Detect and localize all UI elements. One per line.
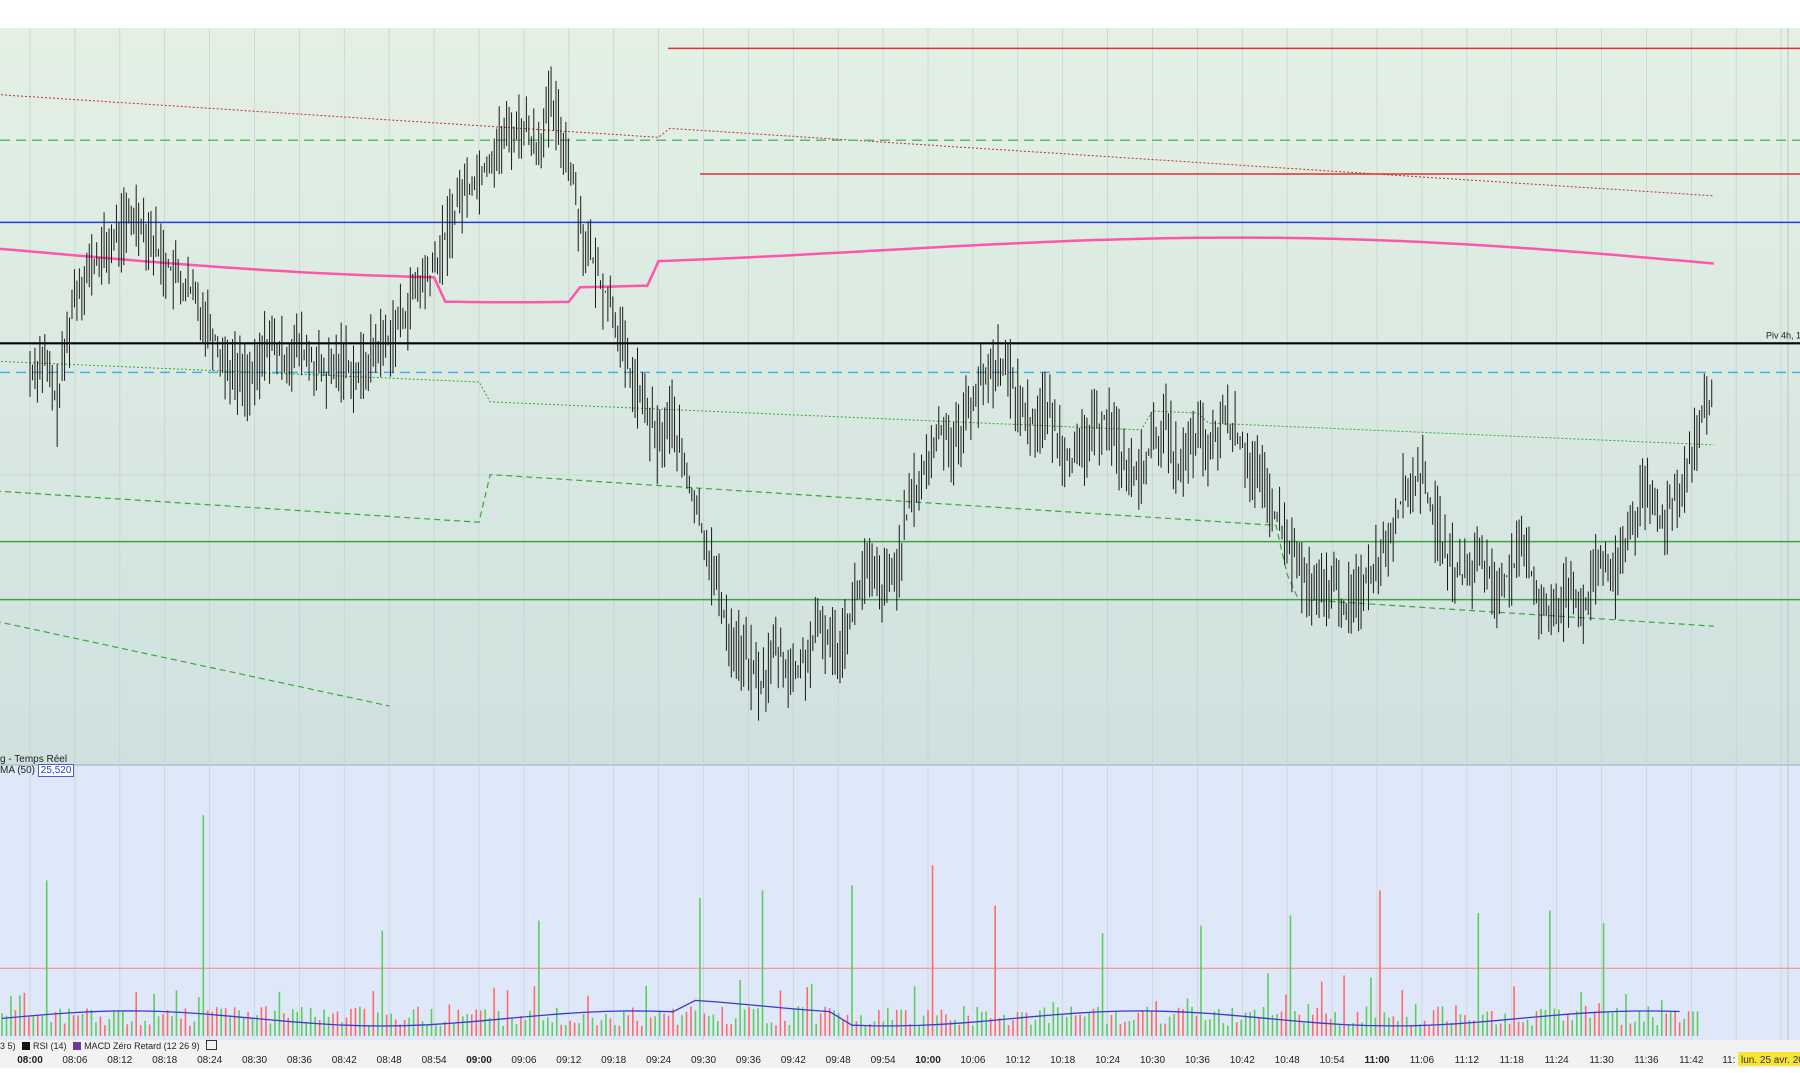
x-tick-label: 11:06 bbox=[1410, 1055, 1435, 1066]
x-tick-label: 10:00 bbox=[915, 1055, 941, 1066]
x-tick-label: 10:42 bbox=[1230, 1055, 1255, 1066]
x-tick-label: 08:48 bbox=[377, 1055, 402, 1066]
x-tick-label: 10:06 bbox=[960, 1055, 985, 1066]
axis-bg bbox=[0, 1040, 1800, 1068]
rsi-color-icon bbox=[22, 1042, 31, 1050]
x-tick-label: 11:24 bbox=[1544, 1055, 1569, 1066]
chart-root: Piv 4h, 1 08:00 08:06 08:12 08:18 08:24 08:30… bbox=[0, 0, 1800, 1068]
x-tick-label: 09:06 bbox=[511, 1055, 536, 1066]
x-tick-label: 08:36 bbox=[287, 1055, 312, 1066]
x-tick-label: 08:30 bbox=[242, 1055, 267, 1066]
x-tick-label: 09:24 bbox=[646, 1055, 671, 1066]
volume-ma-value: 25,520 bbox=[37, 764, 75, 777]
x-tick-label: 09:12 bbox=[556, 1055, 581, 1066]
volume-ma-legend: MA (50) 25,520 bbox=[0, 764, 75, 777]
x-tick-label: 08:06 bbox=[62, 1055, 87, 1066]
x-tick-label: 09:18 bbox=[601, 1055, 626, 1066]
x-tick-label: 08:54 bbox=[422, 1055, 447, 1066]
x-tick-label: 08:12 bbox=[107, 1055, 132, 1066]
x-tick-label: 09:48 bbox=[826, 1055, 851, 1066]
tab-window-icon[interactable] bbox=[206, 1040, 218, 1050]
volume-panel-bg bbox=[0, 765, 1800, 1040]
x-tick-label: 11:12 bbox=[1455, 1055, 1480, 1066]
x-tick-label: 09:30 bbox=[691, 1055, 716, 1066]
upper-panel-bg bbox=[0, 28, 1800, 765]
x-tick-label: 11:42 bbox=[1679, 1055, 1704, 1066]
x-tick-label: 10:30 bbox=[1140, 1055, 1165, 1066]
x-tick-label: 09:54 bbox=[871, 1055, 896, 1066]
x-tick-label: 11:18 bbox=[1500, 1055, 1525, 1066]
macd-color-icon bbox=[73, 1042, 82, 1050]
x-tick-label: 10:48 bbox=[1275, 1055, 1300, 1066]
x-tick-label: 10:12 bbox=[1005, 1055, 1030, 1066]
x-tick-label: 11: bbox=[1722, 1055, 1735, 1066]
x-tick-label: 08:00 bbox=[17, 1055, 43, 1066]
x-tick-label: 09:42 bbox=[781, 1055, 806, 1066]
x-tick-label: 08:18 bbox=[152, 1055, 177, 1066]
indicator-tabs: 3 5) RSI (14) MACD Zéro Retard (12 26 9) bbox=[0, 1040, 218, 1052]
x-tick-label: 09:00 bbox=[466, 1055, 492, 1066]
x-tick-label: 08:42 bbox=[332, 1055, 357, 1066]
tab-macd[interactable]: MACD Zéro Retard (12 26 9) bbox=[84, 1041, 200, 1051]
tab-prefix[interactable]: 3 5) bbox=[0, 1041, 16, 1051]
x-tick-label: 11:00 bbox=[1364, 1055, 1389, 1066]
x-tick-label: 11:30 bbox=[1589, 1055, 1614, 1066]
tab-rsi[interactable]: RSI (14) bbox=[33, 1041, 67, 1051]
x-tick-label: 09:36 bbox=[736, 1055, 761, 1066]
volume-ma-label: MA (50) bbox=[0, 765, 36, 776]
x-tick-label: 11:36 bbox=[1634, 1055, 1659, 1066]
price-chart[interactable]: Piv 4h, 1 08:00 08:06 08:12 08:18 08:24 08:30… bbox=[0, 0, 1800, 1068]
x-tick-label: 10:24 bbox=[1095, 1055, 1120, 1066]
date-badge: lun. 25 avr. 2022 bbox=[1741, 1055, 1800, 1066]
x-tick-label: 10:36 bbox=[1185, 1055, 1210, 1066]
x-tick-label: 10:18 bbox=[1050, 1055, 1075, 1066]
x-tick-label: 08:24 bbox=[197, 1055, 222, 1066]
level-label: Piv 4h, 1 bbox=[1766, 330, 1800, 340]
x-tick-label: 10:54 bbox=[1320, 1055, 1345, 1066]
